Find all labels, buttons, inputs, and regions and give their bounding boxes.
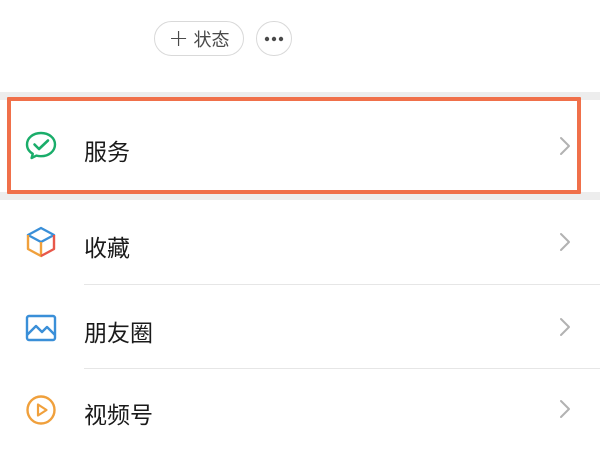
chevron-right-icon bbox=[560, 318, 570, 336]
chevron-right-icon bbox=[560, 400, 570, 418]
menu-item-services[interactable]: 服务 bbox=[0, 100, 600, 192]
plus-icon: + bbox=[168, 23, 189, 52]
menu-item-label: 收藏 bbox=[84, 236, 130, 262]
channels-play-icon bbox=[26, 395, 56, 425]
services-check-chat-icon bbox=[25, 131, 57, 160]
menu-item-label: 服务 bbox=[84, 140, 130, 166]
menu-item-moments[interactable]: 朋友圈 bbox=[0, 285, 600, 369]
chevron-right-icon bbox=[560, 233, 570, 251]
profile-header: + 状态 bbox=[0, 0, 600, 92]
menu-item-channels[interactable]: 视频号 bbox=[0, 369, 600, 450]
section-separator bbox=[0, 192, 600, 200]
menu-item-favorites[interactable]: 收藏 bbox=[0, 200, 600, 284]
menu-item-label: 朋友圈 bbox=[84, 321, 153, 347]
moments-picture-icon bbox=[25, 314, 57, 342]
section-separator bbox=[0, 92, 600, 100]
more-options-button[interactable] bbox=[256, 21, 292, 56]
chevron-right-icon bbox=[560, 137, 570, 155]
add-status-button[interactable]: + 状态 bbox=[154, 21, 244, 56]
favorites-cube-icon bbox=[26, 226, 56, 258]
status-button-label: 状态 bbox=[193, 29, 230, 51]
ellipsis-icon bbox=[264, 36, 284, 41]
menu-item-label: 视频号 bbox=[84, 403, 153, 429]
